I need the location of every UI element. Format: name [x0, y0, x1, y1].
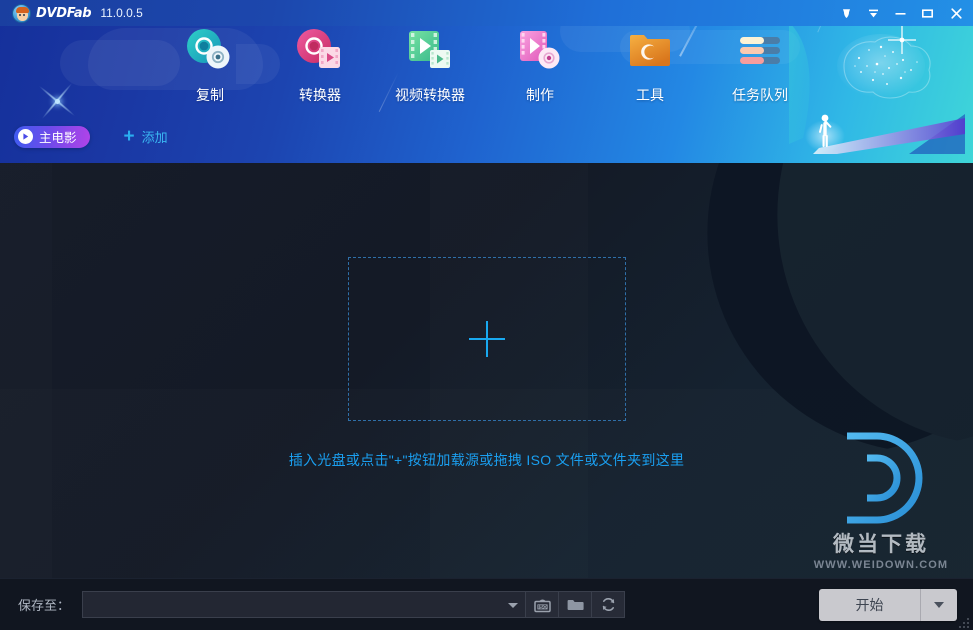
nav-label: 制作: [526, 87, 554, 103]
iso-output-button[interactable]: ISO: [526, 591, 560, 618]
nav-item-ripper[interactable]: 转换器: [265, 24, 375, 110]
mode-chip-label: 主电影: [39, 131, 77, 145]
background-swoosh-decoration: [707, 163, 973, 453]
iso-icon: ISO: [533, 599, 551, 613]
minimize-icon[interactable]: [887, 0, 914, 26]
nav-item-video-converter[interactable]: 视频转换器: [375, 24, 485, 110]
creator-icon: [514, 24, 566, 74]
add-source-button[interactable]: + 添加: [124, 127, 168, 146]
window-controls: [833, 0, 973, 26]
account-icon[interactable]: [833, 0, 860, 26]
mascot-hair: [16, 6, 29, 13]
nav-label: 视频转换器: [395, 87, 465, 103]
mascot-eye: [19, 13, 21, 16]
resize-grip[interactable]: [959, 616, 971, 628]
nav-label: 工具: [636, 87, 664, 103]
tools-folder-icon: [624, 24, 676, 74]
nav-item-creator[interactable]: 制作: [485, 24, 595, 110]
source-dropzone[interactable]: [348, 257, 626, 421]
nav-item-tools[interactable]: 工具: [595, 24, 705, 110]
plus-icon: +: [123, 126, 135, 147]
nav-item-task-queue[interactable]: 任务队列: [705, 24, 815, 110]
main-nav: 复制 转换器 视频转换器 制作 工具 任务队列: [0, 24, 973, 110]
mode-chip-main-movie[interactable]: 主电影: [14, 125, 90, 148]
watermark-site-name: 微当下载: [833, 533, 929, 556]
video-converter-icon: [404, 24, 456, 74]
copy-disc-icon: [184, 24, 236, 74]
nav-item-copy[interactable]: 复制: [155, 24, 265, 110]
ripper-disc-icon: [294, 24, 346, 74]
save-path-input[interactable]: [82, 591, 527, 618]
nav-label: 任务队列: [732, 87, 788, 103]
sub-toolbar: 主电影 + 添加: [0, 110, 973, 163]
start-button[interactable]: 开始: [819, 588, 921, 621]
bottom-bar: 保存至： ISO 开始: [0, 578, 973, 630]
folder-icon: [567, 600, 584, 610]
mascot-eye: [23, 13, 25, 16]
chevron-down-icon: [934, 601, 944, 608]
dropzone-hint-text: 插入光盘或点击"+"按钮加载源或拖拽 ISO 文件或文件夹到这里: [288, 452, 685, 468]
menu-dropdown-icon[interactable]: [860, 0, 887, 26]
watermark-d-logo: [843, 432, 923, 524]
add-button-label: 添加: [141, 130, 168, 145]
nav-label: 转换器: [299, 87, 341, 103]
background-swoosh-decoration: [777, 163, 973, 445]
app-version: 11.0.0.5: [100, 6, 143, 20]
task-queue-icon: [732, 24, 788, 74]
app-name: DVDFab: [36, 5, 92, 21]
close-icon[interactable]: [941, 0, 971, 26]
dvdfab-mascot-icon: [12, 3, 31, 23]
dvdfab-window: 复制 转换器 视频转换器 制作 工具 任务队列 主电影 + 添加 DVDFab …: [0, 0, 973, 630]
title-bar: DVDFab 11.0.0.5: [0, 0, 973, 26]
play-circle-icon: [18, 129, 33, 144]
start-button-group[interactable]: 开始: [819, 588, 957, 621]
plus-large-icon: [469, 321, 505, 357]
refresh-button[interactable]: [592, 591, 626, 618]
refresh-icon: [602, 597, 614, 612]
start-dropdown-button[interactable]: [921, 589, 957, 621]
main-content: 插入光盘或点击"+"按钮加载源或拖拽 ISO 文件或文件夹到这里 微当下载 WW…: [0, 163, 973, 578]
browse-folder-button[interactable]: [559, 591, 593, 618]
save-to-label: 保存至：: [18, 598, 71, 613]
nav-label: 复制: [196, 87, 224, 103]
save-path-field-wrapper: [82, 591, 527, 618]
maximize-icon[interactable]: [914, 0, 941, 26]
svg-text:ISO: ISO: [538, 605, 547, 611]
watermark-site-url: WWW.WEIDOWN.COM: [813, 559, 949, 571]
